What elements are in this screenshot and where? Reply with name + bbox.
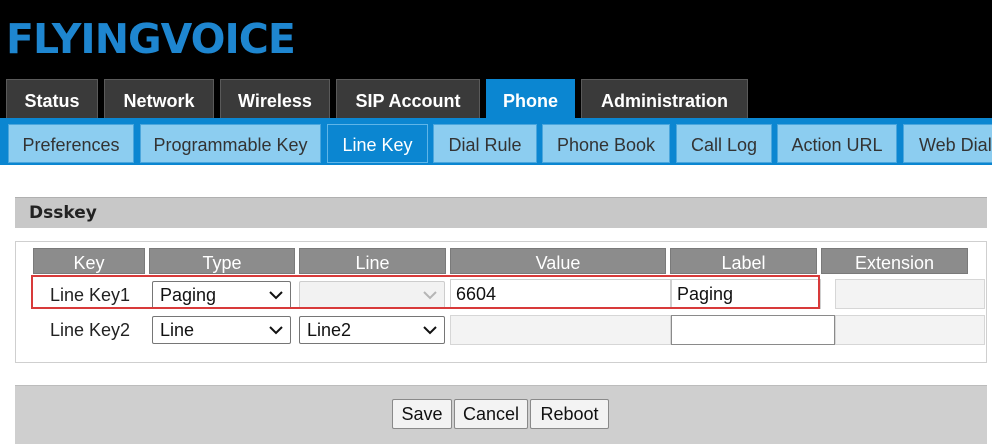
section-header: Dsskey <box>15 197 987 228</box>
row1-key-label: Line Key1 <box>50 285 131 305</box>
column-header-extension: Extension <box>821 248 968 274</box>
cancel-button[interactable]: Cancel <box>454 399 528 429</box>
column-header-value: Value <box>450 248 666 274</box>
row2-extension-input[interactable] <box>835 315 985 345</box>
tab-phone[interactable]: Phone <box>486 79 575 118</box>
chevron-down-icon <box>269 326 283 335</box>
row1-type-select[interactable]: Paging <box>152 281 291 309</box>
row1-extension-input[interactable] <box>835 279 985 309</box>
row2-line-value: Line2 <box>307 320 352 340</box>
tab-sip-account[interactable]: SIP Account <box>336 79 480 118</box>
flyingvoice-logo: FLYINGVOICE <box>6 15 296 63</box>
column-header-line: Line <box>299 248 446 274</box>
sub-tab-bar: Preferences Programmable Key Line Key Di… <box>0 118 992 165</box>
tab-wireless[interactable]: Wireless <box>220 79 330 118</box>
subtab-preferences[interactable]: Preferences <box>8 124 134 163</box>
column-header-label: Label <box>670 248 817 274</box>
tab-status[interactable]: Status <box>6 79 98 118</box>
subtab-call-log[interactable]: Call Log <box>676 124 772 163</box>
subtab-programmable-key[interactable]: Programmable Key <box>140 124 321 163</box>
tab-administration[interactable]: Administration <box>581 79 748 118</box>
row1-label-input[interactable]: Paging <box>671 279 821 309</box>
subtab-action-url[interactable]: Action URL <box>777 124 897 163</box>
chevron-down-icon <box>423 291 437 300</box>
chevron-down-icon <box>423 326 437 335</box>
tab-network[interactable]: Network <box>104 79 214 118</box>
row2-type-value: Line <box>160 320 195 340</box>
subtab-dial-rule[interactable]: Dial Rule <box>433 124 537 163</box>
subtab-phone-book[interactable]: Phone Book <box>542 124 670 163</box>
row1-line-select[interactable] <box>299 281 445 309</box>
save-button[interactable]: Save <box>392 399 452 429</box>
row2-type-select[interactable]: Line <box>152 316 291 344</box>
row2-value-input[interactable] <box>450 315 671 345</box>
row2-label-input[interactable] <box>671 315 835 345</box>
row2-key-label: Line Key2 <box>50 320 131 340</box>
chevron-down-icon <box>269 291 283 300</box>
column-header-key: Key <box>33 248 145 274</box>
column-header-type: Type <box>149 248 295 274</box>
section-title: Dsskey <box>29 203 97 223</box>
row1-value-input[interactable]: 6604 <box>450 279 671 309</box>
row1-type-value: Paging <box>160 285 217 305</box>
reboot-button[interactable]: Reboot <box>530 399 609 429</box>
row2-line-select[interactable]: Line2 <box>299 316 445 344</box>
subtab-line-key[interactable]: Line Key <box>327 124 428 163</box>
subtab-web-dial[interactable]: Web Dial <box>903 124 992 163</box>
